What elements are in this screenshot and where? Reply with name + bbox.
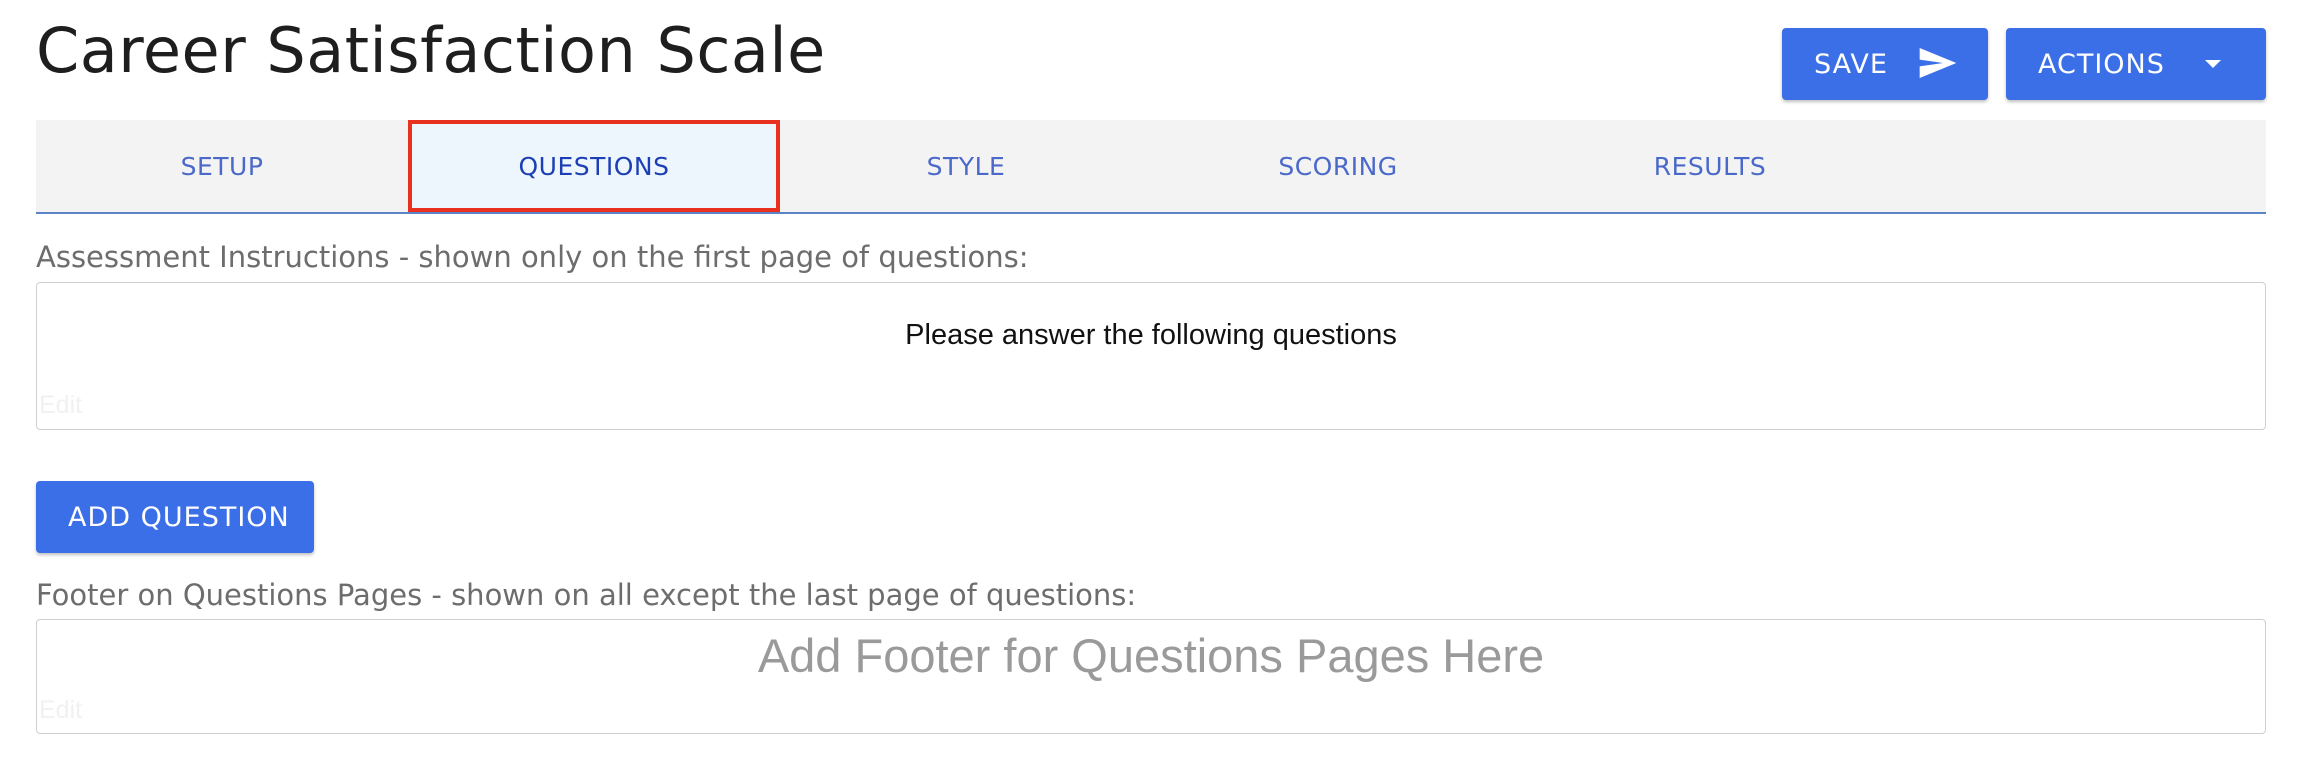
caret-down-icon (2204, 60, 2221, 68)
page: Career Satisfaction Scale SAVE ACTIONS S… (0, 0, 2306, 774)
footer-editor[interactable]: Add Footer for Questions Pages Here Edit (36, 619, 2266, 734)
actions-button[interactable]: ACTIONS (2006, 28, 2266, 100)
tab-scoring[interactable]: SCORING (1152, 120, 1524, 212)
instructions-edit-hint: Edit (39, 391, 83, 419)
tab-setup[interactable]: SETUP (36, 120, 408, 212)
instructions-text: Please answer the following questions (905, 319, 1397, 351)
instructions-label: Assessment Instructions - shown only on … (36, 240, 1029, 274)
save-button[interactable]: SAVE (1782, 28, 1988, 100)
page-title: Career Satisfaction Scale (36, 14, 826, 87)
add-question-button[interactable]: ADD QUESTION (36, 481, 314, 553)
tab-results[interactable]: RESULTS (1524, 120, 1896, 212)
tab-style[interactable]: STYLE (780, 120, 1152, 212)
tab-questions[interactable]: QUESTIONS (408, 120, 780, 212)
send-icon (1918, 46, 1960, 82)
footer-placeholder: Add Footer for Questions Pages Here (757, 629, 1545, 682)
instructions-editor[interactable]: Please answer the following questions Ed… (36, 282, 2266, 430)
actions-button-label: ACTIONS (2038, 48, 2165, 80)
footer-label: Footer on Questions Pages - shown on all… (36, 578, 1137, 612)
save-button-label: SAVE (1814, 48, 1888, 80)
footer-edit-hint: Edit (39, 696, 83, 724)
tab-bar: SETUP QUESTIONS STYLE SCORING RESULTS (36, 120, 2266, 214)
